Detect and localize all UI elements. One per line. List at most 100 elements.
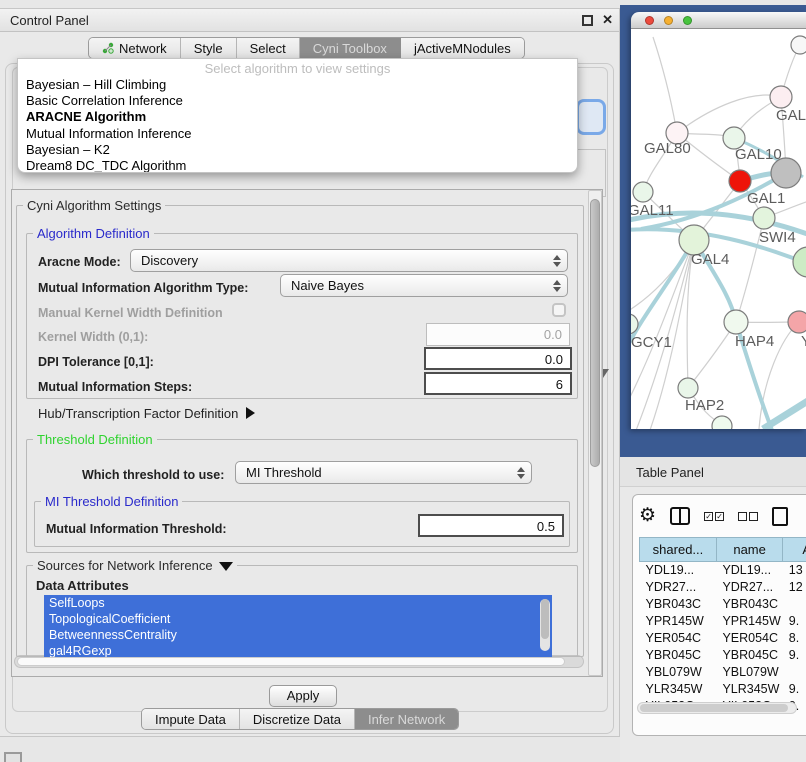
column-layout-icon[interactable] — [670, 507, 690, 525]
algorithm-option[interactable]: ARACNE Algorithm — [18, 109, 577, 125]
table-column-header[interactable]: A — [783, 538, 806, 562]
data-attributes-list[interactable]: SelfLoopsTopologicalCoefficientBetweenne… — [44, 595, 552, 657]
scrollbar-thumb[interactable] — [590, 199, 600, 467]
tab-label: Style — [194, 41, 223, 56]
network-node[interactable] — [793, 247, 806, 277]
node-label: GAL — [776, 107, 806, 124]
restore-panel-icon[interactable] — [4, 752, 22, 762]
table-row[interactable]: YBR045CYBR045C9. — [640, 647, 806, 664]
network-node[interactable] — [771, 158, 801, 188]
sources-title: Sources for Network Inference — [37, 558, 213, 573]
network-node-hap4[interactable] — [724, 310, 748, 334]
aracne-mode-combo[interactable]: Discovery — [130, 249, 568, 272]
manual-kernel-checkbox[interactable] — [552, 303, 566, 317]
algorithm-option[interactable]: Bayesian – K2 — [18, 142, 577, 158]
attribute-list-item[interactable]: BetweennessCentrality — [44, 627, 552, 643]
algorithm-combo-fragment[interactable] — [576, 99, 606, 135]
network-node-gal1[interactable] — [729, 170, 751, 192]
tab-cyni-toolbox[interactable]: Cyni Toolbox — [300, 38, 401, 58]
float-panel-icon[interactable] — [582, 15, 593, 26]
deselect-all-checkboxes-icon[interactable] — [738, 512, 758, 521]
combo-value: Discovery — [131, 253, 547, 268]
close-traffic-light-icon[interactable] — [645, 16, 654, 25]
tab-discretize-data[interactable]: Discretize Data — [240, 709, 355, 729]
mi-steps-field[interactable]: 6 — [424, 372, 572, 395]
which-threshold-combo[interactable]: MI Threshold — [235, 461, 532, 484]
popup-prompt: Select algorithm to view settings — [18, 59, 577, 77]
tab-jactivemnodules[interactable]: jActiveMNodules — [401, 38, 524, 58]
network-graph: GALGAL80GAL10GAL1GAL11SWI4GAL4HAP4YGCY1H… — [631, 29, 806, 429]
minimize-traffic-light-icon[interactable] — [664, 16, 673, 25]
gear-icon[interactable]: ⚙ — [639, 505, 656, 527]
attribute-list-item[interactable]: TopologicalCoefficient — [44, 611, 552, 627]
export-table-icon[interactable] — [772, 507, 788, 526]
scrollbar-thumb[interactable] — [541, 599, 549, 639]
network-node-gal[interactable] — [770, 86, 792, 108]
tab-network[interactable]: Network — [89, 38, 181, 58]
network-node-swi4[interactable] — [753, 207, 775, 229]
mouse-cursor — [603, 369, 609, 378]
table-row[interactable]: YLR345WYLR345W9. — [640, 681, 806, 698]
table-cell: YBR045C — [716, 647, 782, 664]
dpi-tolerance-label: DPI Tolerance [0,1]: — [38, 355, 154, 369]
tab-infer-network[interactable]: Infer Network — [355, 709, 458, 729]
table-cell: YBR043C — [716, 596, 782, 613]
algorithm-option[interactable]: Basic Correlation Inference — [18, 93, 577, 109]
network-edge-highlighted[interactable] — [763, 399, 806, 429]
table-row[interactable]: YPR145WYPR145W9. — [640, 613, 806, 630]
settings-vertical-scrollbar[interactable] — [588, 190, 602, 676]
table-column-header[interactable]: shared... — [640, 538, 717, 562]
network-edge-highlighted[interactable] — [631, 240, 694, 347]
close-icon[interactable]: ✕ — [602, 12, 613, 28]
tab-label: Select — [250, 41, 286, 56]
scrollbar-thumb[interactable] — [17, 657, 565, 666]
algorithm-option[interactable]: Bayesian – Hill Climbing — [18, 77, 577, 93]
network-node-y[interactable] — [788, 311, 806, 333]
algorithm-option[interactable]: Mutual Information Inference — [18, 126, 577, 142]
tab-impute-data[interactable]: Impute Data — [142, 709, 240, 729]
table-horizontal-scrollbar[interactable] — [637, 702, 797, 714]
table-row[interactable]: YDL19...YDL19...13 — [640, 562, 806, 579]
popup-items: Bayesian – Hill ClimbingBasic Correlatio… — [18, 77, 577, 173]
scrollbar-thumb[interactable] — [640, 704, 788, 712]
table-row[interactable]: YBL079WYBL079W — [640, 664, 806, 681]
sources-toggle[interactable]: Sources for Network Inference — [33, 558, 237, 573]
table-cell: 9. — [783, 647, 806, 664]
tab-style[interactable]: Style — [181, 38, 237, 58]
network-node[interactable] — [712, 416, 732, 429]
table-row[interactable]: YDR27...YDR27...12 — [640, 579, 806, 596]
table-cell: YBL079W — [640, 664, 717, 681]
kernel-width-label: Kernel Width (0,1): — [38, 330, 148, 344]
algorithm-option[interactable]: Dream8 DC_TDC Algorithm — [18, 158, 577, 173]
network-edge[interactable] — [653, 37, 677, 133]
aracne-mode-label: Aracne Mode: — [38, 255, 121, 269]
attribute-list-item[interactable]: SelfLoops — [44, 595, 552, 611]
list-scrollbar[interactable] — [540, 599, 550, 651]
attribute-list-item[interactable]: gal4RGexp — [44, 643, 552, 657]
combo-up-down-icon — [547, 255, 567, 267]
network-node[interactable] — [791, 36, 806, 54]
tab-select[interactable]: Select — [237, 38, 300, 58]
combo-value: MI Threshold — [236, 465, 511, 480]
table-row[interactable]: YBR043CYBR043C — [640, 596, 806, 613]
hub-definition-toggle[interactable]: Hub/Transcription Factor Definition — [38, 406, 255, 421]
dpi-tolerance-field[interactable]: 0.0 — [424, 347, 572, 370]
node-label: GAL1 — [747, 190, 785, 207]
mi-type-combo[interactable]: Naive Bayes — [280, 274, 568, 297]
zoom-traffic-light-icon[interactable] — [683, 16, 692, 25]
table-cell: YLR345W — [640, 681, 717, 698]
network-window-titlebar[interactable] — [631, 12, 806, 29]
select-all-checkboxes-icon[interactable]: ✓✓ — [704, 512, 724, 521]
network-node-gal11[interactable] — [633, 182, 653, 202]
network-node-hap2[interactable] — [678, 378, 698, 398]
table-column-header[interactable]: name — [716, 538, 782, 562]
node-label: SWI4 — [759, 229, 796, 246]
mi-threshold-field[interactable]: 0.5 — [418, 514, 564, 537]
table-row[interactable]: YER054CYER054C8. — [640, 630, 806, 647]
node-attribute-table[interactable]: shared...nameA YDL19...YDL19...13YDR27..… — [639, 537, 806, 715]
network-edge[interactable] — [677, 95, 781, 133]
network-canvas[interactable]: GALGAL80GAL10GAL1GAL11SWI4GAL4HAP4YGCY1H… — [631, 29, 806, 429]
control-panel-titlebar: Control Panel ✕ — [0, 9, 619, 32]
apply-button[interactable]: Apply — [269, 685, 337, 707]
kernel-width-field[interactable]: 0.0 — [426, 323, 570, 346]
